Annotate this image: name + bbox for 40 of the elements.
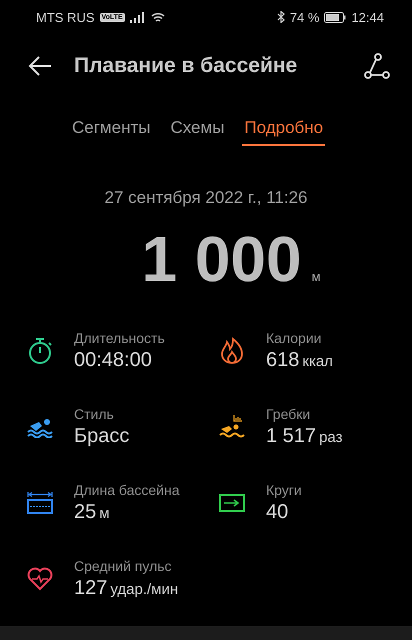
- lap-icon: [218, 494, 246, 512]
- metric-label: Длина бассейна: [74, 482, 180, 498]
- battery-icon: [324, 12, 346, 22]
- carrier-name: MTS RUS: [36, 10, 94, 24]
- page-title: Плавание в бассейне: [74, 54, 298, 78]
- metric-label: Круги: [266, 482, 302, 498]
- metric-unit: м: [99, 505, 110, 522]
- workout-date: 27 сентября 2022 г., 11:26: [103, 188, 308, 208]
- stopwatch-icon: [26, 337, 54, 365]
- metric-label: Калории: [266, 330, 322, 346]
- distance-value: 1 000: [141, 222, 302, 296]
- wifi-icon: [150, 12, 165, 22]
- metric-value: 127: [74, 577, 108, 600]
- distance-unit: м: [312, 269, 321, 284]
- metric-value: 1 517: [266, 425, 316, 448]
- metric-unit: раз: [319, 429, 342, 446]
- metric-unit: удар./мин: [110, 581, 178, 598]
- metric-label: Стиль: [74, 406, 115, 422]
- metric-label: Средний пульс: [74, 558, 173, 574]
- tab[interactable]: Сегменты: [70, 112, 152, 146]
- tab[interactable]: Подробно: [242, 112, 326, 146]
- back-button[interactable]: [26, 54, 54, 78]
- metric-value: 25: [74, 501, 96, 524]
- metric-value: 40: [266, 501, 288, 524]
- swimmer-icon: [26, 416, 54, 438]
- metric-label: Гребки: [266, 406, 312, 422]
- flame-icon: [218, 337, 246, 365]
- metric-unit: ккал: [302, 353, 333, 370]
- heart-rate-icon: [26, 567, 54, 591]
- bluetooth-icon: [276, 11, 285, 23]
- signal-icon: [130, 12, 146, 22]
- route-button[interactable]: [362, 51, 392, 81]
- metric-value: 618: [266, 349, 300, 372]
- tab[interactable]: Схемы: [168, 112, 226, 146]
- metric-label: Длительность: [74, 330, 165, 346]
- metric-value: Брасс: [74, 425, 130, 448]
- clock: 12:44: [351, 10, 384, 24]
- metric-value: 00:48:00: [74, 349, 152, 372]
- pool-length-icon: [26, 491, 54, 515]
- battery-percent: 74 %: [290, 10, 320, 24]
